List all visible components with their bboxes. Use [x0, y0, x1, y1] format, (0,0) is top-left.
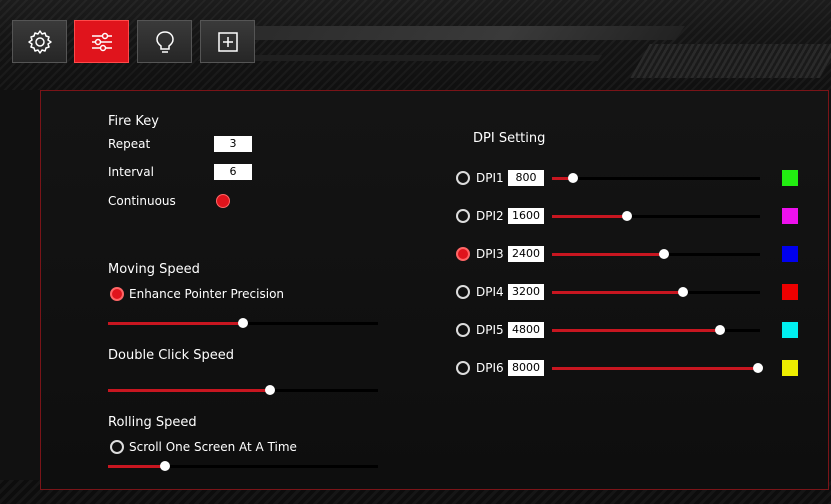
- slider-fill: [552, 367, 760, 370]
- continuous-label: Continuous: [108, 194, 176, 208]
- dpi-setting-title: DPI Setting: [473, 131, 546, 146]
- slider-thumb[interactable]: [265, 385, 275, 395]
- dpi-radio-5[interactable]: [456, 323, 470, 337]
- tab-settings[interactable]: [12, 20, 67, 63]
- dpi-label: DPI1: [476, 171, 504, 185]
- dpi-label: DPI2: [476, 209, 504, 223]
- dpi-color-swatch[interactable]: [782, 208, 798, 224]
- slider-thumb[interactable]: [621, 211, 632, 221]
- dpi-radio-4[interactable]: [456, 285, 470, 299]
- interval-label: Interval: [108, 165, 154, 179]
- slider-thumb[interactable]: [159, 461, 170, 471]
- plus-square-icon: [217, 31, 238, 52]
- dpi-value-input[interactable]: 8000: [508, 360, 544, 376]
- slider-fill: [552, 215, 627, 218]
- dpi-slider-3[interactable]: [552, 249, 760, 259]
- dpi-value-input[interactable]: 3200: [508, 284, 544, 300]
- dpi-radio-6[interactable]: [456, 361, 470, 375]
- rolling-speed-title: Rolling Speed: [108, 415, 197, 430]
- repeat-input[interactable]: 3: [214, 136, 252, 152]
- gear-icon: [27, 29, 52, 54]
- dpi-color-swatch[interactable]: [782, 246, 798, 262]
- fire-key-title: Fire Key: [108, 114, 159, 129]
- enhance-precision-radio[interactable]: [110, 287, 124, 301]
- slider-fill: [108, 465, 165, 468]
- slider-fill: [108, 389, 270, 392]
- tab-sliders[interactable]: [74, 20, 129, 63]
- decor-stripe: [197, 55, 603, 61]
- dpi-label: DPI3: [476, 247, 504, 261]
- dpi-color-swatch[interactable]: [782, 170, 798, 186]
- sliders-icon: [91, 32, 112, 51]
- slider-thumb[interactable]: [753, 363, 763, 373]
- dpi-radio-1[interactable]: [456, 171, 470, 185]
- dpi-value-input[interactable]: 2400: [508, 246, 544, 262]
- top-bar: [0, 0, 831, 90]
- dpi-color-swatch[interactable]: [782, 284, 798, 300]
- dpi-value-input[interactable]: 1600: [508, 208, 544, 224]
- slider-thumb[interactable]: [567, 173, 578, 183]
- dpi-label: DPI5: [476, 323, 504, 337]
- scroll-screen-label: Scroll One Screen At A Time: [129, 440, 297, 454]
- dpi-value-input[interactable]: 800: [508, 170, 544, 186]
- interval-input[interactable]: 6: [214, 164, 252, 180]
- enhance-precision-label: Enhance Pointer Precision: [129, 287, 285, 301]
- dpi-color-swatch[interactable]: [782, 360, 798, 376]
- continuous-toggle[interactable]: [216, 194, 230, 208]
- rolling-speed-slider[interactable]: [108, 461, 378, 471]
- tab-lighting[interactable]: [137, 20, 192, 63]
- dpi-slider-6[interactable]: [552, 363, 763, 373]
- scroll-screen-radio[interactable]: [110, 440, 124, 454]
- decor-stripe: [630, 44, 831, 78]
- dpi-slider-1[interactable]: [552, 173, 760, 183]
- dpi-slider-4[interactable]: [552, 287, 760, 297]
- moving-speed-title: Moving Speed: [108, 262, 200, 277]
- double-click-title: Double Click Speed: [108, 348, 235, 363]
- slider-fill: [108, 322, 243, 325]
- dpi-value-input[interactable]: 4800: [508, 322, 544, 338]
- dpi-radio-3[interactable]: [456, 247, 470, 261]
- dpi-radio-2[interactable]: [456, 209, 470, 223]
- tab-macro[interactable]: [200, 20, 255, 63]
- dpi-label: DPI4: [476, 285, 504, 299]
- dpi-color-swatch[interactable]: [782, 322, 798, 338]
- dpi-slider-5[interactable]: [552, 325, 760, 335]
- lightbulb-icon: [155, 30, 174, 53]
- slider-fill: [552, 291, 684, 294]
- slider-thumb[interactable]: [678, 287, 689, 297]
- slider-fill: [552, 253, 665, 256]
- moving-speed-slider[interactable]: [108, 318, 378, 328]
- double-click-slider[interactable]: [108, 385, 378, 395]
- dpi-label: DPI6: [476, 361, 504, 375]
- decor-stripe: [245, 26, 685, 40]
- dpi-slider-2[interactable]: [552, 211, 760, 221]
- slider-fill: [552, 329, 721, 332]
- repeat-label: Repeat: [108, 137, 151, 151]
- slider-thumb[interactable]: [238, 318, 248, 328]
